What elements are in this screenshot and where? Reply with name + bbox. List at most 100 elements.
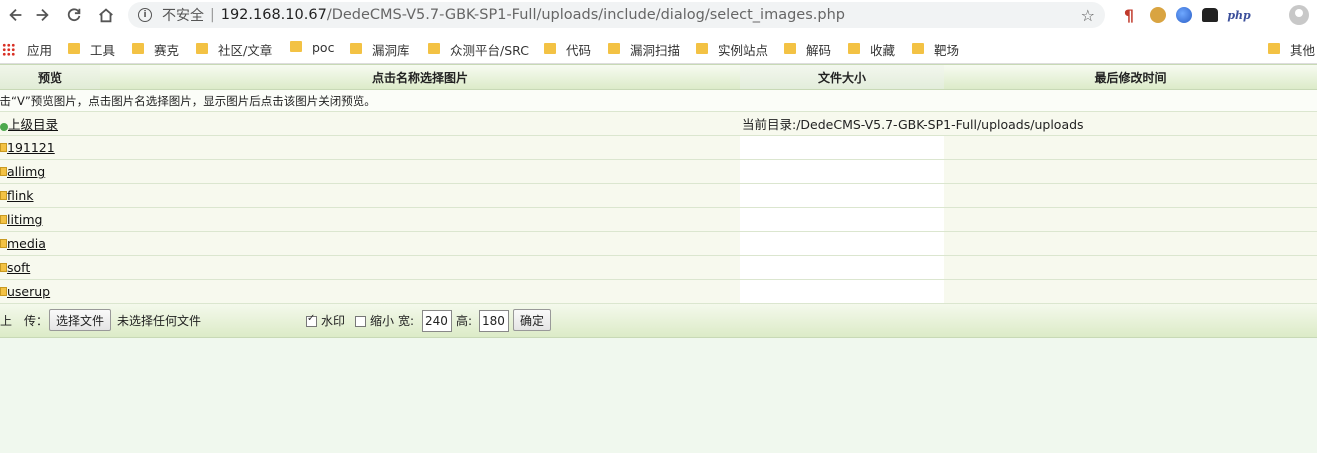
bookmark-item[interactable]: 其他 [1268,40,1315,59]
choose-file-button[interactable]: 选择文件 [49,309,112,331]
folder-link[interactable]: media [7,236,46,251]
browser-toolbar: i 不安全 | 192.168.10.67 /DedeCMS-V5.7-GBK-… [0,0,1317,30]
folder-link[interactable]: litimg [7,212,42,227]
reload-button[interactable] [58,0,90,30]
url-host: 192.168.10.67 [220,7,327,23]
folder-link[interactable]: allimg [7,164,45,179]
watermark-label: 水印 [321,314,346,328]
bookmark-item[interactable]: 漏洞扫描 [608,40,680,59]
image-select-dialog: 预览 点击名称选择图片 文件大小 最后修改时间 点击“V”预览图片，点击图片名选… [0,64,1317,338]
arrow-left-icon [9,8,22,22]
height-label: 高: [456,314,473,328]
folder-icon [428,43,440,54]
shrink-checkbox[interactable] [355,316,366,327]
info-icon[interactable]: i [138,8,152,22]
folder-icon [0,167,7,176]
shrink-option: 缩小 [355,312,394,329]
folder-icon [132,43,144,54]
folder-row: litimg [0,208,1317,232]
cookie-extension-icon[interactable] [1150,7,1166,23]
folder-link[interactable]: userup [7,284,50,299]
url-path: /DedeCMS-V5.7-GBK-SP1-Full/uploads/inclu… [326,7,845,23]
height-input[interactable]: 180 [479,310,509,332]
parent-dir-link[interactable]: 上级目录 [8,114,58,133]
upload-bar: 上 传： 选择文件 未选择任何文件 水印 缩小 宽: 240 高: 180 确定 [0,304,1317,338]
hint-text: 点击“V”预览图片，点击图片名选择图片，显示图片后点击该图片关闭预览。 [0,93,376,108]
folder-icon [0,287,7,296]
bookmark-item[interactable]: 应用 [2,40,52,59]
folder-link[interactable]: soft [7,260,30,275]
bookmark-label: 靶场 [934,43,960,58]
parent-dir-icon [0,122,8,131]
bookmark-item[interactable]: 赛克 [132,40,179,59]
width-label: 宽: [398,314,415,328]
bookmark-star-icon[interactable]: ☆ [1081,6,1095,25]
folder-date-cell [944,184,1317,207]
folder-size-cell [740,232,944,255]
bookmark-label: 解码 [806,43,832,58]
folder-link[interactable]: flink [7,188,34,203]
folder-size-cell [740,184,944,207]
php-extension-icon[interactable]: php [1227,4,1250,26]
width-input[interactable]: 240 [422,310,452,332]
folder-icon [196,43,208,54]
confirm-button[interactable]: 确定 [513,309,552,331]
folder-size-cell [740,160,944,183]
bookmark-label: 收藏 [870,43,896,58]
folder-icon [544,43,556,54]
folder-size-cell [740,280,944,303]
header-modified: 最后修改时间 [944,65,1317,89]
arrow-right-icon [36,8,49,22]
folder-date-cell [944,136,1317,159]
pilcrow-extension-icon[interactable]: ¶ [1118,4,1140,26]
folder-icon [696,43,708,54]
folder-icon [848,43,860,54]
extension-icons: ¶ php [1118,4,1251,26]
globe-extension-icon[interactable] [1176,7,1192,23]
bookmark-item[interactable]: 社区/文章 [196,40,272,59]
security-label: 不安全 [162,8,204,24]
watermark-checkbox[interactable] [306,313,317,327]
bookmark-item[interactable]: 靶场 [912,40,959,59]
home-button[interactable] [90,0,122,30]
folder-link[interactable]: 191121 [7,140,55,155]
bookmark-item[interactable]: 收藏 [848,40,895,59]
folder-icon [68,43,80,54]
folder-icon [1268,43,1280,54]
folder-date-cell [944,232,1317,255]
folder-list: 191121 allimg flink litimg media soft userup [0,136,1317,304]
bookmark-item[interactable]: poc [290,40,334,55]
watermark-option: 水印 [306,312,345,329]
bookmark-label: 实例站点 [718,43,769,58]
folder-date-cell [944,256,1317,279]
header-name: 点击名称选择图片 [100,65,740,89]
bookmark-label: 漏洞库 [372,43,410,58]
table-header: 预览 点击名称选择图片 文件大小 最后修改时间 [0,64,1317,90]
folder-icon [0,191,7,200]
bookmark-label: 漏洞扫描 [630,43,681,58]
forward-button[interactable] [26,0,58,30]
bookmark-item[interactable]: 代码 [544,40,591,59]
shrink-label: 缩小 [370,314,395,328]
bookmark-label: poc [312,40,335,55]
upload-label: 上 传： [0,314,49,328]
bookmark-item[interactable]: 实例站点 [696,40,768,59]
address-bar[interactable]: i 不安全 | 192.168.10.67 /DedeCMS-V5.7-GBK-… [128,2,1105,28]
bookmark-item[interactable]: 众测平台/SRC [428,40,529,59]
folder-icon [0,143,7,152]
bookmark-item[interactable]: 解码 [784,40,831,59]
folder-row: userup [0,280,1317,304]
bookmark-label: 其他 [1290,43,1316,58]
bookmark-label: 众测平台/SRC [450,43,529,58]
ghost-extension-icon[interactable] [1202,8,1218,22]
bookmark-item[interactable]: 漏洞库 [350,40,410,59]
folder-icon [784,43,796,54]
home-icon [99,8,113,23]
no-file-text: 未选择任何文件 [117,314,202,328]
folder-size-cell [740,208,944,231]
header-size: 文件大小 [740,65,944,89]
folder-row: flink [0,184,1317,208]
profile-avatar-icon[interactable] [1289,5,1309,25]
header-preview: 预览 [0,65,100,89]
bookmark-item[interactable]: 工具 [68,40,115,59]
